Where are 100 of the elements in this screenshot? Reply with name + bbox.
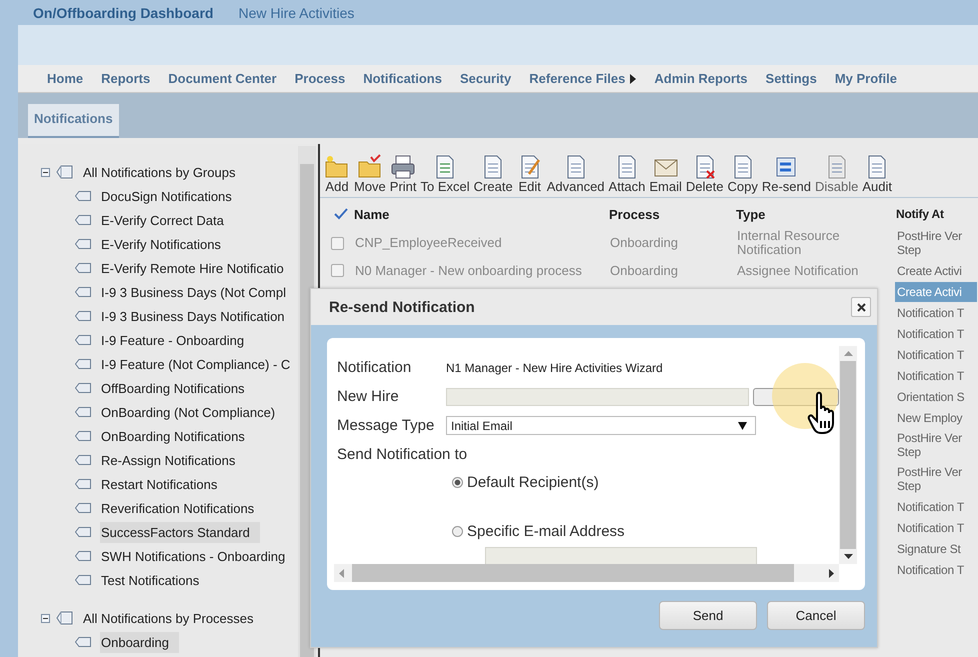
table-cell[interactable]: Notification T [895, 344, 977, 364]
nav-link[interactable]: Notifications [363, 71, 442, 86]
table-cell[interactable]: PostHire Ver Step [895, 226, 977, 260]
toolbar-button[interactable]: Re-send [760, 154, 813, 194]
tag-icon [75, 335, 91, 345]
tag-icon [75, 359, 91, 369]
tag-icon [75, 575, 91, 585]
tag-icon [75, 191, 91, 201]
dialog-button[interactable]: Send [659, 601, 757, 630]
dialog-button[interactable]: Cancel [767, 601, 865, 630]
tag-icon [75, 455, 91, 465]
table-cell[interactable]: Notification T [895, 560, 977, 580]
folder-check-icon [356, 154, 383, 180]
nav-link[interactable]: My Profile [834, 71, 897, 86]
table-cell[interactable]: Notification T [895, 302, 977, 322]
toolbar-button[interactable]: Email [647, 154, 684, 194]
check-icon[interactable] [334, 208, 348, 220]
table-cell[interactable]: Notification T [895, 366, 977, 386]
message-type-dropdown[interactable]: Initial Email [446, 416, 756, 435]
table-cell[interactable]: Signature St [895, 538, 977, 558]
table-cell[interactable]: Create Activi [895, 260, 977, 280]
field-label: Notification [337, 359, 412, 376]
scroll-down-icon[interactable] [844, 554, 852, 559]
tree-item[interactable]: SuccessFactors Standard [100, 522, 260, 542]
toolbar-button[interactable]: Create [472, 154, 515, 194]
close-icon [856, 302, 866, 312]
column-header[interactable]: Type [736, 206, 896, 222]
toolbar-button[interactable]: To Excel [418, 154, 472, 194]
tree-item[interactable]: Test Notifications [100, 570, 210, 590]
notification-name: N1 Manager - New Hire Activities Wizard [446, 360, 663, 374]
toolbar-button[interactable]: Print [388, 154, 419, 194]
nav-link[interactable]: Process [294, 71, 346, 86]
column-header[interactable]: Notify At [896, 207, 976, 221]
browse-button[interactable] [753, 388, 839, 406]
tag-icon [75, 503, 91, 513]
tree-item[interactable]: OffBoarding Notifications [100, 378, 255, 398]
table-cell[interactable]: New Employ [895, 408, 977, 428]
radio-button[interactable] [452, 526, 463, 537]
toolbar-button[interactable]: Attach [606, 154, 648, 194]
field-label: Message Type [337, 417, 436, 434]
table-cell[interactable]: Notification T [895, 518, 977, 538]
collapse-toggle-icon[interactable] [41, 168, 50, 176]
scroll-left-icon[interactable] [339, 568, 344, 578]
horizontal-scrollbar[interactable] [334, 564, 839, 582]
toolbar-button[interactable]: Audit [860, 154, 894, 194]
toolbar-button[interactable]: Advanced [544, 154, 607, 194]
tree-item[interactable]: I-9 Feature - Onboarding [100, 330, 254, 350]
table-cell[interactable]: Notification T [895, 496, 977, 516]
collapse-toggle-icon[interactable] [41, 614, 50, 622]
tree-item[interactable]: E-Verify Notifications [100, 234, 231, 254]
tag-icon [75, 287, 91, 297]
nav-link[interactable]: Document Center [168, 71, 277, 86]
table-cell[interactable]: PostHire Ver Step [895, 428, 977, 462]
tree-item[interactable]: I-9 3 Business Days Notification [100, 306, 295, 326]
table-cell[interactable]: Orientation S [895, 386, 977, 406]
tree-item[interactable]: OnBoarding Notifications [100, 426, 255, 446]
tree-item[interactable]: DocuSign Notifications [100, 186, 242, 206]
tree-item[interactable]: Onboarding [100, 632, 179, 652]
table-cell: Onboarding [610, 235, 678, 250]
radio-label[interactable]: Specific E-mail Address [467, 523, 625, 540]
tag-icon [75, 239, 91, 249]
toolbar-button[interactable]: Edit [514, 154, 545, 194]
toolbar-button[interactable]: Delete [684, 154, 726, 194]
radio-label[interactable]: Default Recipient(s) [467, 474, 599, 491]
tree-item[interactable]: Restart Notifications [100, 474, 228, 494]
toolbar-button[interactable]: Add [322, 154, 352, 194]
nav-link[interactable]: Settings [766, 71, 817, 86]
table-cell: Internal Resource Notification [737, 228, 840, 257]
tree-item[interactable]: Re-Assign Notifications [100, 450, 246, 470]
tree-item[interactable]: I-9 Feature (Not Compliance) - C [100, 354, 298, 374]
tree-group-label[interactable]: All Notifications by Processes [83, 610, 254, 626]
toolbar-button[interactable]: Move [352, 154, 388, 194]
radio-button[interactable] [452, 477, 463, 488]
table-cell: CNP_EmployeeReceived [355, 235, 502, 250]
tree-group-label[interactable]: All Notifications by Groups [83, 164, 236, 180]
toolbar-button[interactable]: Copy [725, 154, 760, 194]
tree-item[interactable]: E-Verify Correct Data [100, 210, 234, 230]
tree-item[interactable]: E-Verify Remote Hire Notificatio [100, 258, 294, 278]
row-checkbox[interactable] [331, 236, 344, 250]
close-button[interactable] [851, 297, 871, 317]
scroll-right-icon[interactable] [829, 568, 834, 578]
field-label: New Hire [337, 388, 400, 405]
tag-icon [75, 637, 91, 647]
nav-link[interactable]: Security [460, 71, 512, 86]
nav-link[interactable]: Reports [101, 71, 150, 86]
column-header[interactable]: Process [609, 206, 736, 222]
scroll-up-icon[interactable] [844, 351, 852, 356]
tree-item[interactable]: SWH Notifications - Onboarding [100, 546, 296, 566]
tree-item[interactable]: I-9 3 Business Days (Not Compl [100, 282, 296, 302]
nav-link[interactable]: Admin Reports [654, 71, 748, 86]
tree-item[interactable]: Reverification Notifications [100, 498, 264, 518]
row-checkbox[interactable] [331, 264, 344, 277]
tree-item[interactable]: OnBoarding (Not Compliance) [100, 402, 286, 422]
nav-link[interactable]: Home [47, 71, 84, 86]
column-header[interactable]: Name [354, 206, 609, 222]
printer-icon [390, 154, 416, 180]
nav-link[interactable]: Reference Files [529, 71, 636, 86]
table-cell[interactable]: PostHire Ver Step [895, 462, 977, 496]
vertical-scrollbar[interactable] [839, 346, 857, 564]
table-cell[interactable]: Notification T [895, 324, 977, 344]
